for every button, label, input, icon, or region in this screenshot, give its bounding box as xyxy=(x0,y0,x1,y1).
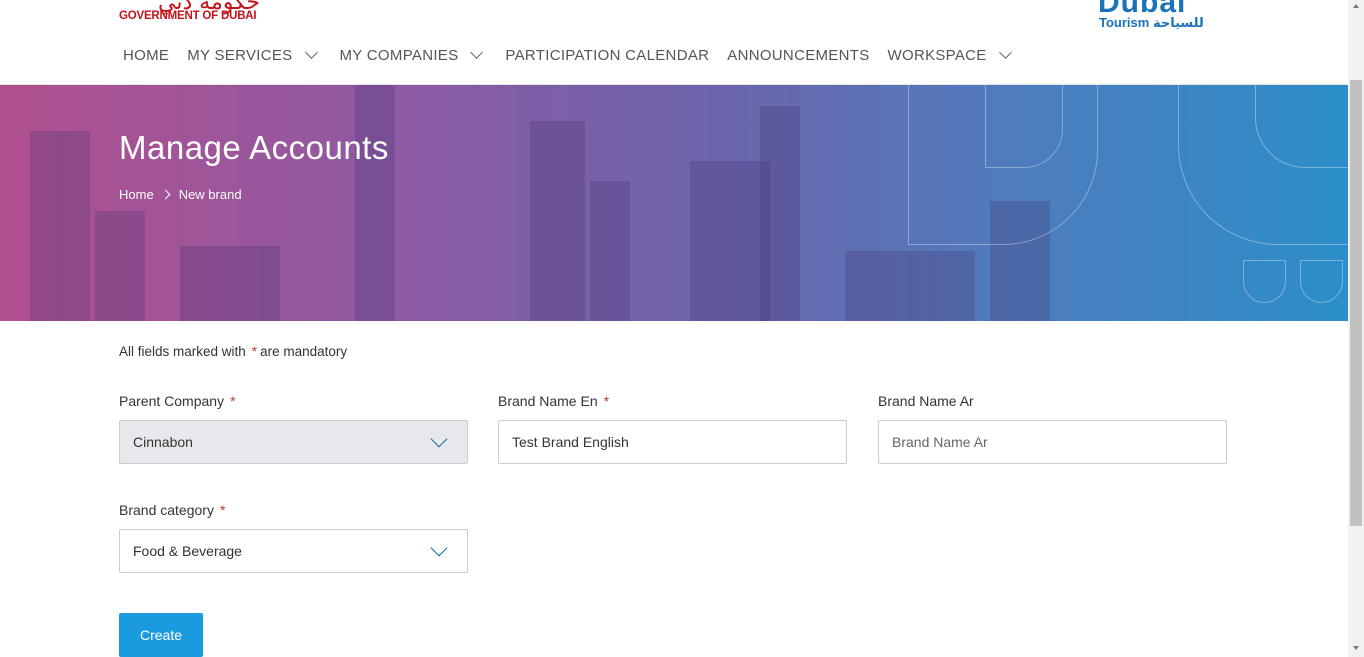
dubai-logo-outline-decoration xyxy=(1300,260,1343,303)
required-asterisk: * xyxy=(230,393,236,409)
parent-company-label-text: Parent Company xyxy=(119,393,225,409)
mandatory-note: All fields marked with * are mandatory xyxy=(119,344,347,359)
nav-my-companies-label: MY COMPANIES xyxy=(339,46,459,64)
dubai-logo-outline-decoration xyxy=(985,85,1063,168)
mandatory-note-suffix: are mandatory xyxy=(260,344,348,359)
brand-category-field: Brand category * Food & Beverage xyxy=(119,502,468,573)
page-hero-banner: Manage Accounts Home New brand xyxy=(0,85,1348,321)
brand-name-en-input[interactable]: Test Brand English xyxy=(512,434,629,450)
brand-name-en-label-text: Brand Name En xyxy=(498,393,598,409)
government-of-dubai-logo[interactable]: حكومة دبي GOVERNMENT OF DUBAI xyxy=(118,0,263,30)
nav-announcements-label: ANNOUNCEMENTS xyxy=(727,46,870,64)
parent-company-field: Parent Company * Cinnabon xyxy=(119,393,468,464)
nav-my-services[interactable]: MY SERVICES xyxy=(187,46,321,64)
scrollbar-thumb[interactable] xyxy=(1350,80,1362,526)
required-asterisk: * xyxy=(603,393,610,409)
brand-name-en-input-wrapper: Test Brand English xyxy=(498,420,847,464)
gov-logo-text: GOVERNMENT OF DUBAI xyxy=(119,10,257,22)
brand-name-ar-field: Brand Name Ar xyxy=(878,393,1227,464)
chevron-down-icon xyxy=(430,430,448,448)
nav-workspace[interactable]: WORKSPACE xyxy=(887,46,1016,64)
scroll-up-arrow-icon[interactable] xyxy=(1353,4,1359,8)
nav-home[interactable]: HOME xyxy=(123,47,169,64)
scroll-down-arrow-icon[interactable] xyxy=(1353,646,1359,650)
brand-name-en-field: Brand Name En * Test Brand English xyxy=(498,393,847,464)
skyline-decoration xyxy=(845,251,975,321)
mandatory-note-prefix: All fields marked with xyxy=(119,344,246,359)
nav-participation-calendar-label: PARTICIPATION CALENDAR xyxy=(505,46,710,64)
brand-category-value: Food & Beverage xyxy=(133,543,242,559)
required-asterisk: * xyxy=(219,502,226,518)
site-header: حكومة دبي GOVERNMENT OF DUBAI Dubai Tour… xyxy=(0,0,1348,85)
dubai-logo-outline-decoration xyxy=(1243,260,1286,303)
parent-company-label: Parent Company * xyxy=(119,393,468,409)
nav-workspace-label: WORKSPACE xyxy=(887,46,987,64)
brand-name-ar-input-wrapper xyxy=(878,420,1227,464)
nav-home-label: HOME xyxy=(123,46,170,64)
create-button[interactable]: Create xyxy=(119,613,203,657)
brand-category-select[interactable]: Food & Beverage xyxy=(119,529,468,573)
dubai-tourism-logo[interactable]: Dubai Tourism للسياحة xyxy=(1097,0,1222,32)
parent-company-select[interactable]: Cinnabon xyxy=(119,420,468,464)
skyline-decoration xyxy=(180,246,280,321)
brand-name-ar-input[interactable] xyxy=(892,434,1212,450)
required-asterisk: * xyxy=(251,344,258,359)
chevron-down-icon xyxy=(470,46,484,59)
skyline-decoration xyxy=(355,85,395,321)
skyline-decoration xyxy=(30,131,90,321)
nav-my-services-label: MY SERVICES xyxy=(187,46,293,64)
page-scrollbar[interactable] xyxy=(1348,0,1364,657)
page-title: Manage Accounts xyxy=(119,129,389,166)
breadcrumb-current: New brand xyxy=(178,187,242,202)
brand-name-en-label: Brand Name En * xyxy=(498,393,847,409)
chevron-right-icon xyxy=(160,189,171,200)
parent-company-value: Cinnabon xyxy=(133,434,193,450)
nav-my-companies[interactable]: MY COMPANIES xyxy=(339,46,488,64)
skyline-decoration xyxy=(690,161,770,321)
skyline-decoration xyxy=(530,121,585,321)
chevron-down-icon xyxy=(430,539,448,557)
brand-name-ar-label-text: Brand Name Ar xyxy=(878,393,974,409)
nav-participation-calendar[interactable]: PARTICIPATION CALENDAR xyxy=(505,47,709,64)
tourism-logo-subtext: Tourism للسياحة xyxy=(1099,15,1204,30)
skyline-decoration xyxy=(760,106,800,321)
chevron-down-icon xyxy=(304,46,318,59)
brand-name-ar-label: Brand Name Ar xyxy=(878,393,1227,409)
breadcrumb: Home New brand xyxy=(119,187,242,202)
brand-category-label-text: Brand category xyxy=(119,502,214,518)
skyline-decoration xyxy=(95,211,145,321)
skyline-decoration xyxy=(590,181,630,321)
brand-category-label: Brand category * xyxy=(119,502,468,518)
main-nav: HOME MY SERVICES MY COMPANIES PARTICIPAT… xyxy=(123,44,1034,66)
breadcrumb-home-link[interactable]: Home xyxy=(119,187,154,202)
chevron-down-icon xyxy=(998,46,1012,59)
nav-announcements[interactable]: ANNOUNCEMENTS xyxy=(727,47,869,64)
